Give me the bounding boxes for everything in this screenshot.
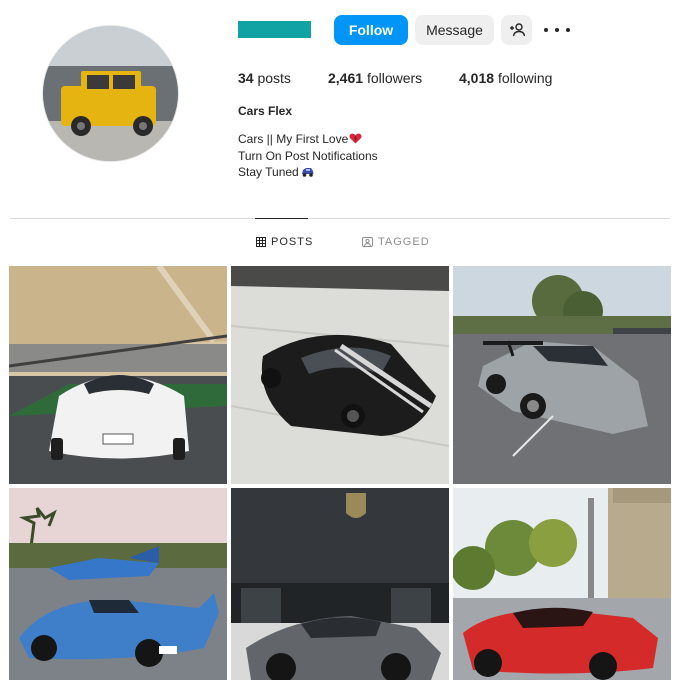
follow-button[interactable]: Follow bbox=[334, 15, 408, 45]
dot bbox=[555, 28, 559, 32]
bio-line-1-text: Cars || My First Love bbox=[238, 132, 349, 146]
grid-icon bbox=[256, 237, 266, 247]
post-thumbnail[interactable] bbox=[231, 266, 449, 484]
car-emoji-icon bbox=[301, 168, 314, 177]
heart-emoji-icon bbox=[349, 133, 362, 144]
posts-stat: 34 posts bbox=[238, 70, 291, 86]
post-thumbnail[interactable] bbox=[453, 266, 671, 484]
bio-line-1: Cars || My First Love bbox=[238, 131, 378, 148]
bio-line-2: Turn On Post Notifications bbox=[238, 148, 378, 163]
display-name: Cars Flex bbox=[238, 104, 293, 118]
tabs-divider bbox=[10, 218, 670, 219]
person-plus-icon bbox=[509, 23, 525, 37]
posts-count: 34 bbox=[238, 70, 254, 86]
profile-header: Follow Message 34 posts 2,461 followers … bbox=[0, 0, 680, 218]
bio: Cars || My First Love Turn On Post Notif… bbox=[238, 131, 378, 181]
post-thumbnail[interactable] bbox=[9, 488, 227, 680]
post-thumbnail[interactable] bbox=[453, 488, 671, 680]
following-count: 4,018 bbox=[459, 70, 495, 86]
avatar[interactable] bbox=[42, 25, 179, 162]
tag-icon bbox=[362, 237, 373, 247]
dot bbox=[566, 28, 570, 32]
tab-posts[interactable]: POSTS bbox=[256, 236, 313, 248]
dot bbox=[544, 28, 548, 32]
following-stat[interactable]: 4,018 following bbox=[459, 70, 552, 86]
followers-count: 2,461 bbox=[328, 70, 364, 86]
following-label: following bbox=[497, 70, 553, 86]
active-tab-indicator bbox=[255, 218, 308, 219]
message-button-label: Message bbox=[426, 22, 483, 38]
add-user-button[interactable] bbox=[501, 15, 532, 45]
post-thumbnail[interactable] bbox=[231, 488, 449, 680]
followers-label: followers bbox=[366, 70, 423, 86]
tab-posts-label: POSTS bbox=[271, 236, 314, 248]
tab-tagged-label: TAGGED bbox=[378, 236, 430, 248]
tab-tagged[interactable]: TAGGED bbox=[362, 236, 430, 248]
username-redacted bbox=[238, 21, 311, 38]
message-button[interactable]: Message bbox=[415, 15, 494, 45]
follow-button-label: Follow bbox=[348, 22, 394, 38]
more-horizontal-icon[interactable] bbox=[544, 22, 570, 38]
bio-line-3-text: Stay Tuned bbox=[238, 165, 299, 179]
posts-label: posts bbox=[257, 70, 291, 86]
post-thumbnail[interactable] bbox=[9, 266, 227, 484]
bio-line-3: Stay Tuned bbox=[238, 164, 378, 181]
followers-stat[interactable]: 2,461 followers bbox=[328, 70, 422, 86]
